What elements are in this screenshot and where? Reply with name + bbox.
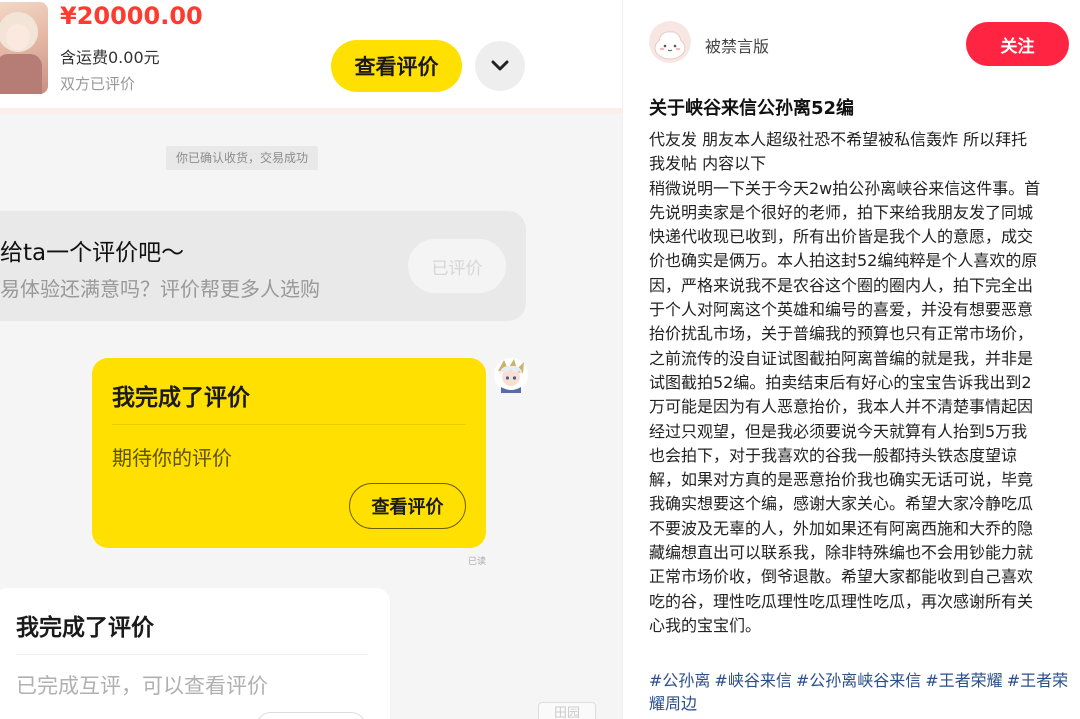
author-avatar[interactable] xyxy=(649,21,691,63)
post-body-line: 吃的谷，理性吃瓜理性吃瓜理性吃瓜，再次感谢所有关 xyxy=(649,591,1034,611)
hashtag-link[interactable]: #峡谷来信 xyxy=(714,671,791,690)
expand-button[interactable] xyxy=(475,41,525,91)
invite-title: 给ta一个评价吧～ xyxy=(0,240,185,266)
post-body-line: 抬价扰乱市场，关于普编我的预算也只有正常市场价， xyxy=(649,324,1034,344)
post-body-line: 代友发 朋友本人超级社恐不希望被私信轰炸 所以拜托 xyxy=(649,130,1028,149)
post-body-line: 于个人对阿离这个英雄和编号的喜爱，并没有想要恶意 xyxy=(649,300,1034,320)
follow-button[interactable]: 关注 xyxy=(966,22,1069,66)
post-body-line: 之前流传的没自证试图截拍阿离普编的就是我，并非是 xyxy=(649,348,1034,368)
author-name[interactable]: 被禁言版 xyxy=(705,33,769,57)
my-review-subtitle: 期待你的评价 xyxy=(112,446,232,470)
post-body-line: 我确实想要这个编，感谢大家关心。希望大家冷静吃瓜 xyxy=(649,494,1034,514)
chat-panel: ¥20000.00 含运费0.00元 双方已评价 查看评价 你已确认收货，交易成… xyxy=(0,0,622,719)
system-message: 你已确认收货，交易成功 xyxy=(166,146,319,170)
review-status: 双方已评价 xyxy=(60,75,136,93)
view-review-button[interactable]: 查看评价 xyxy=(349,483,466,529)
chevron-down-icon xyxy=(491,60,509,71)
already-reviewed-button[interactable]: 已评价 xyxy=(408,239,506,293)
partner-review-message: 我完成了评价 已完成互评，可以查看评价 xyxy=(0,588,390,719)
view-review-button[interactable] xyxy=(256,712,366,719)
post-body: 代友发 朋友本人超级社恐不希望被私信轰炸 所以拜托 我发帖 内容以下稍微说明一下关… xyxy=(649,128,1069,638)
post-body-line: 藏编想直出可以联系我，除非特殊编也不会用钞能力就 xyxy=(649,543,1034,563)
post-body-line: 解，如果对方真的是恶意抬价我也确实无话可说，毕竟 xyxy=(649,470,1034,490)
my-review-title: 我完成了评价 xyxy=(112,385,250,411)
post-body-line: 不要波及无辜的人，外加如果还有阿离西施和大乔的隐 xyxy=(649,518,1034,538)
review-invite-card: 给ta一个评价吧～ 易体验还满意吗？评价帮更多人选购 已评价 xyxy=(0,211,526,321)
post-title: 关于峡谷来信公孙离52编 xyxy=(649,98,855,119)
post-body-line: 经过只观望，但是我必须要说今天就算有人抬到5万我 xyxy=(649,421,1028,441)
post-body-line: 价也确实是俩万。本人拍这封52编纯粹是个人喜欢的原 xyxy=(649,251,1038,271)
mochi-avatar-icon xyxy=(654,31,686,60)
post-body-line: 先说明卖家是个很好的老师，拍下来给我朋友发了同城 xyxy=(649,202,1034,222)
post-body-line: 也会拍下，对于我喜欢的谷我一般都持头铁态度望谅 xyxy=(649,445,1018,465)
corner-button[interactable]: 田园 xyxy=(538,702,596,719)
user-avatar[interactable] xyxy=(493,357,529,393)
post-body-line: 快递代收现已收到，所有出价皆是我个人的意愿，成交 xyxy=(649,227,1034,247)
partner-review-subtitle: 已完成互评，可以查看评价 xyxy=(16,674,268,698)
hashtag-link[interactable]: #公孙离 xyxy=(649,671,710,690)
view-review-button[interactable]: 查看评价 xyxy=(331,40,462,92)
post-body-line: 试图截拍52编。拍卖结束后有好心的宝宝告诉我出到2 xyxy=(649,372,1032,392)
read-receipt: 已读 xyxy=(468,557,487,567)
post-panel: 被禁言版 关注 关于峡谷来信公孙离52编 代友发 朋友本人超级社恐不希望被私信轰… xyxy=(622,0,1080,719)
post-body-line: 稍微说明一下关于今天2w拍公孙离峡谷来信这件事。首 xyxy=(649,178,1041,198)
post-body-line: 心我的宝宝们。 xyxy=(649,615,762,635)
hashtag-link[interactable]: #公孙离峡谷来信 xyxy=(796,671,921,690)
invite-subtitle: 易体验还满意吗？评价帮更多人选购 xyxy=(0,277,320,301)
card-divider xyxy=(16,654,368,655)
card-divider xyxy=(0,108,622,114)
post-body-line: 我发帖 内容以下 xyxy=(649,154,767,174)
partner-review-title: 我完成了评价 xyxy=(16,615,154,641)
order-price: ¥20000.00 xyxy=(60,2,203,30)
card-divider xyxy=(112,424,466,425)
post-tags: #公孙离 #峡谷来信 #公孙离峡谷来信 #王者荣耀 #王者荣耀周边 xyxy=(649,669,1069,715)
product-thumbnail[interactable] xyxy=(0,2,48,94)
post-body-line: 正常市场价收，倒爷退散。希望大家都能收到自己喜欢 xyxy=(649,567,1034,587)
post-body-line: 万可能是因为有人恶意抬价，我本人并不清楚事情起因 xyxy=(649,397,1034,417)
order-summary-card: ¥20000.00 含运费0.00元 双方已评价 查看评价 xyxy=(0,0,622,114)
my-review-message: 我完成了评价 期待你的评价 查看评价 xyxy=(92,358,486,548)
shipping-fee: 含运费0.00元 xyxy=(60,48,160,67)
post-body-line: 因，严格来说我不是农谷这个圈的圈内人，拍下完全出 xyxy=(649,275,1034,295)
hashtag-link[interactable]: #王者荣耀 xyxy=(925,671,1002,690)
